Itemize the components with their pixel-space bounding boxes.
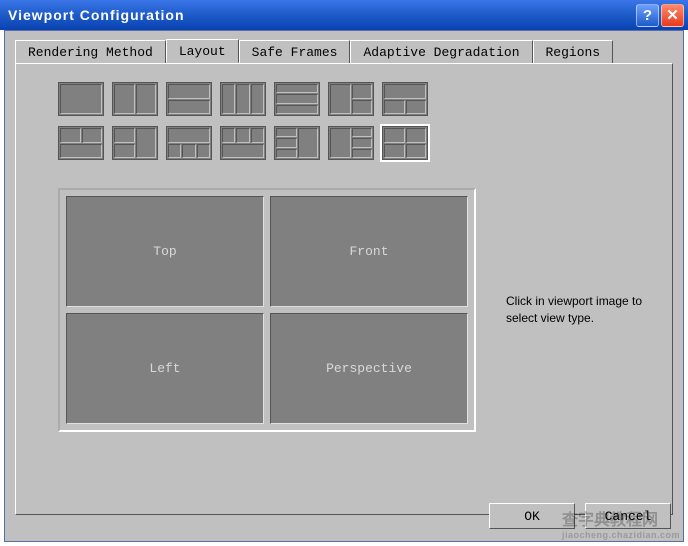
- ok-button[interactable]: OK: [489, 503, 575, 529]
- viewport-slot-perspective[interactable]: Perspective: [270, 313, 468, 424]
- close-button[interactable]: ✕: [661, 4, 684, 27]
- dialog-button-row: OK Cancel: [489, 503, 671, 529]
- layout-preset-left1-right2[interactable]: [328, 82, 374, 116]
- layout-preset-quad[interactable]: [382, 126, 428, 160]
- layout-preset-left1-right3[interactable]: [328, 126, 374, 160]
- close-icon: ✕: [666, 6, 679, 24]
- tab-adaptive-degradation[interactable]: Adaptive Degradation: [350, 40, 532, 64]
- tab-safe-frames[interactable]: Safe Frames: [239, 40, 351, 64]
- preview-area: Top Front Left Perspective Click in view…: [58, 188, 658, 432]
- layout-preset-2col[interactable]: [112, 82, 158, 116]
- layout-preset-top1-bottom2[interactable]: [382, 82, 428, 116]
- tab-layout[interactable]: Layout: [166, 39, 239, 63]
- titlebar: Viewport Configuration ? ✕: [0, 0, 688, 30]
- hint-text: Click in viewport image to select view t…: [506, 293, 646, 327]
- tab-regions[interactable]: Regions: [533, 40, 614, 64]
- cancel-button[interactable]: Cancel: [585, 503, 671, 529]
- layout-preset-single[interactable]: [58, 82, 104, 116]
- help-icon: ?: [643, 7, 652, 24]
- viewport-preview-frame: Top Front Left Perspective: [58, 188, 476, 432]
- tab-panel-layout: Top Front Left Perspective Click in view…: [15, 63, 673, 515]
- layout-preset-3col[interactable]: [220, 82, 266, 116]
- viewport-slot-top[interactable]: Top: [66, 196, 264, 307]
- help-button[interactable]: ?: [636, 4, 659, 27]
- tab-strip: Rendering Method Layout Safe Frames Adap…: [15, 39, 673, 63]
- layout-preset-top1-bottom3[interactable]: [166, 126, 212, 160]
- layout-preset-left3-right1[interactable]: [274, 126, 320, 160]
- client-area: Rendering Method Layout Safe Frames Adap…: [4, 30, 684, 542]
- tab-rendering-method[interactable]: Rendering Method: [15, 40, 166, 64]
- window-title: Viewport Configuration: [8, 7, 634, 23]
- viewport-slot-front[interactable]: Front: [270, 196, 468, 307]
- layout-preset-row-1: [58, 82, 658, 116]
- layout-preset-top3-bottom1[interactable]: [220, 126, 266, 160]
- layout-preset-left2-right1[interactable]: [112, 126, 158, 160]
- layout-preset-top2-bottom1[interactable]: [58, 126, 104, 160]
- layout-preset-row-2: [58, 126, 658, 160]
- layout-preset-3row[interactable]: [274, 82, 320, 116]
- viewport-slot-left[interactable]: Left: [66, 313, 264, 424]
- layout-preset-2row[interactable]: [166, 82, 212, 116]
